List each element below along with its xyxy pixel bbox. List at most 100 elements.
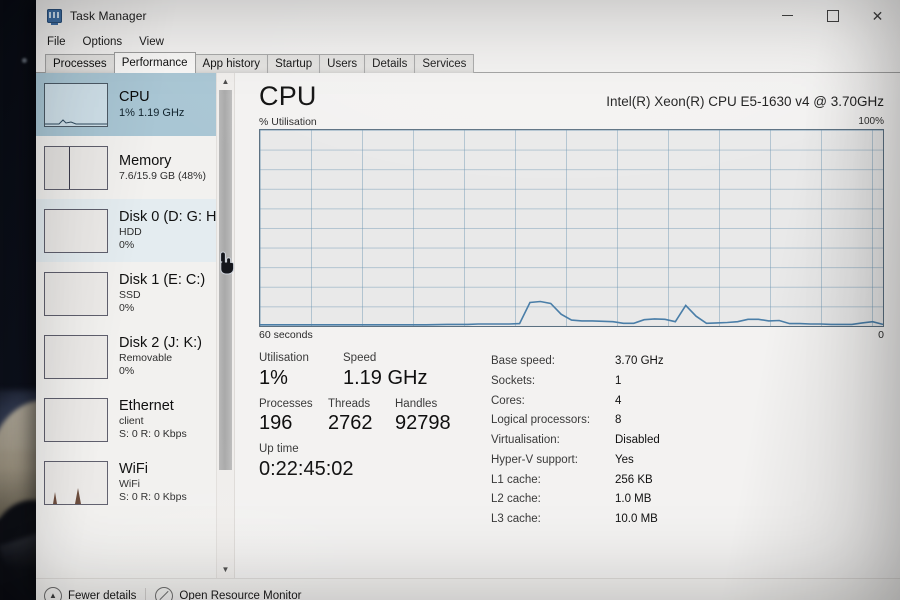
sidebar-item-wifi-text: WiFi WiFi S: 0 R: 0 Kbps	[119, 461, 187, 504]
stat-utilisation-value: 1%	[259, 366, 288, 389]
spec-value: 1	[615, 374, 622, 387]
spec-key: L3 cache:	[491, 513, 541, 526]
menu-item-file[interactable]: File	[47, 36, 66, 48]
close-button[interactable]: ✕	[855, 0, 900, 31]
resource-monitor-icon	[155, 586, 174, 600]
resource-sidebar: CPU 1% 1.19 GHz Memory 7.6/15.9 GB (48%)	[36, 73, 235, 578]
memory-thumbnail	[44, 145, 108, 190]
tab-performance[interactable]: Performance	[113, 52, 196, 73]
tab-processes[interactable]: Processes	[45, 54, 115, 73]
task-manager-icon	[47, 8, 62, 25]
memory-thumbnail-fill	[45, 146, 70, 189]
stats-row-1: Utilisation 1% Speed 1.19 GHz	[259, 351, 471, 390]
spec-row: L1 cache: 256 KB	[491, 471, 884, 491]
window-controls: ✕	[765, 0, 900, 31]
stat-speed-label: Speed	[343, 352, 377, 364]
sidebar-item-ethernet-title: Ethernet	[119, 398, 174, 415]
stats-row-3: Up time 0:22:45:02	[259, 442, 471, 481]
spec-row: L3 cache: 10.0 MB	[491, 510, 884, 530]
scroll-up-button[interactable]: ▲	[217, 73, 234, 90]
spec-value: 8	[615, 414, 622, 427]
sidebar-item-ethernet[interactable]: Ethernet client S: 0 R: 0 Kbps	[36, 388, 234, 451]
stat-uptime-label: Up time	[259, 443, 299, 456]
spec-key: Base speed:	[491, 355, 555, 367]
spec-key: Logical processors:	[491, 414, 591, 427]
stat-processes-value: 196	[259, 412, 293, 435]
sidebar-item-disk-1-sub2: 0%	[119, 302, 135, 315]
graph-right-label: 0	[878, 329, 884, 341]
spec-key: Cores:	[491, 394, 525, 407]
cpu-detail-pane: CPU Intel(R) Xeon(R) CPU E5-1630 v4 @ 3.…	[235, 73, 900, 578]
tab-app-history[interactable]: App history	[194, 54, 269, 73]
spec-row: Base speed: 3.70 GHz	[491, 352, 884, 372]
menu-bar: File Options View	[36, 31, 900, 53]
tab-startup[interactable]: Startup	[267, 54, 321, 73]
fewer-details-button[interactable]: ▲ Fewer details	[44, 586, 136, 600]
open-resource-monitor-button[interactable]: Open Resource Monitor	[155, 586, 302, 600]
sidebar-item-cpu-title: CPU	[119, 89, 150, 106]
tab-strip: Processes Performance App history Startu…	[36, 52, 900, 73]
spec-value: Disabled	[615, 434, 660, 447]
sidebar-scrollbar[interactable]: ▲ ▼	[216, 73, 234, 578]
spec-value: 4	[615, 394, 622, 407]
cpu-stats-left: Utilisation 1% Speed 1.19 GHz Processes	[259, 351, 471, 530]
stat-speed: Speed 1.19 GHz	[343, 351, 427, 390]
sidebar-item-disk-1-title: Disk 1 (E: C:)	[119, 272, 206, 289]
wifi-thumbnail-sparkline	[53, 487, 81, 504]
wifi-thumbnail	[44, 460, 108, 505]
graph-footer: 60 seconds 0	[259, 329, 884, 341]
sidebar-item-memory[interactable]: Memory 7.6/15.9 GB (48%)	[36, 136, 234, 199]
status-bar: ▲ Fewer details Open Resource Monitor	[36, 578, 900, 600]
scrollbar-track[interactable]	[217, 90, 234, 561]
sidebar-item-wifi[interactable]: WiFi WiFi S: 0 R: 0 Kbps	[36, 451, 234, 514]
sidebar-item-disk-2-sub: Removable	[119, 352, 173, 365]
stat-uptime-value: 0:22:45:02	[259, 457, 354, 480]
stat-speed-value: 1.19 GHz	[343, 366, 428, 389]
open-resource-monitor-label: Open Resource Monitor	[179, 589, 302, 600]
spec-key: Virtualisation:	[491, 434, 560, 447]
spec-key: Hyper-V support:	[491, 453, 578, 466]
sidebar-item-memory-text: Memory 7.6/15.9 GB (48%)	[119, 153, 206, 183]
sidebar-item-ethernet-sub2: S: 0 R: 0 Kbps	[119, 428, 187, 441]
spec-row: Virtualisation: Disabled	[491, 431, 884, 451]
sidebar-item-disk-0[interactable]: Disk 0 (D: G: H:) HDD 0%	[36, 199, 234, 262]
cpu-model-name: Intel(R) Xeon(R) CPU E5-1630 v4 @ 3.70GH…	[606, 94, 884, 109]
sidebar-item-disk-0-title: Disk 0 (D: G: H:)	[119, 209, 226, 226]
maximize-button[interactable]	[810, 0, 855, 31]
cpu-utilisation-line	[260, 130, 883, 326]
minimize-button[interactable]	[765, 0, 810, 31]
graph-max-label: 100%	[858, 116, 884, 127]
spec-value: 10.0 MB	[615, 513, 658, 526]
stat-threads: Threads 2762	[328, 397, 395, 436]
scroll-down-button[interactable]: ▼	[217, 561, 234, 578]
sidebar-item-ethernet-sub: client	[119, 415, 144, 428]
sidebar-item-disk-1[interactable]: Disk 1 (E: C:) SSD 0%	[36, 262, 234, 325]
spec-row: Logical processors: 8	[491, 411, 884, 431]
minimize-icon	[782, 15, 793, 16]
cpu-header: CPU Intel(R) Xeon(R) CPU E5-1630 v4 @ 3.…	[235, 73, 900, 112]
spec-row: Cores: 4	[491, 392, 884, 412]
sidebar-item-disk-2[interactable]: Disk 2 (J: K:) Removable 0%	[36, 325, 234, 388]
cpu-stats: Utilisation 1% Speed 1.19 GHz Processes	[235, 341, 900, 530]
stat-threads-value: 2762	[328, 412, 373, 435]
tab-users[interactable]: Users	[319, 54, 366, 73]
sidebar-item-disk-0-sub2: 0%	[119, 239, 135, 252]
maximize-icon	[826, 9, 839, 22]
stat-uptime: Up time 0:22:45:02	[259, 442, 354, 481]
spec-value: 3.70 GHz	[615, 355, 664, 367]
spec-value: 256 KB	[615, 473, 653, 486]
sidebar-item-cpu[interactable]: CPU 1% 1.19 GHz	[36, 73, 234, 136]
spec-row: Sockets: 1	[491, 372, 884, 392]
disk-0-thumbnail	[44, 208, 108, 253]
scrollbar-thumb[interactable]	[219, 90, 232, 470]
tab-services[interactable]: Services	[414, 54, 475, 73]
footer-divider	[145, 587, 147, 600]
cpu-utilisation-graph[interactable]	[259, 129, 884, 327]
sidebar-item-memory-title: Memory	[119, 152, 172, 169]
menu-item-options[interactable]: Options	[83, 36, 123, 48]
desktop-icon-dot	[22, 58, 27, 63]
menu-item-view[interactable]: View	[139, 36, 164, 48]
window-title: Task Manager	[70, 8, 147, 23]
tab-details[interactable]: Details	[364, 54, 416, 73]
task-manager-window: Task Manager ✕ File Options View Process…	[36, 0, 900, 600]
